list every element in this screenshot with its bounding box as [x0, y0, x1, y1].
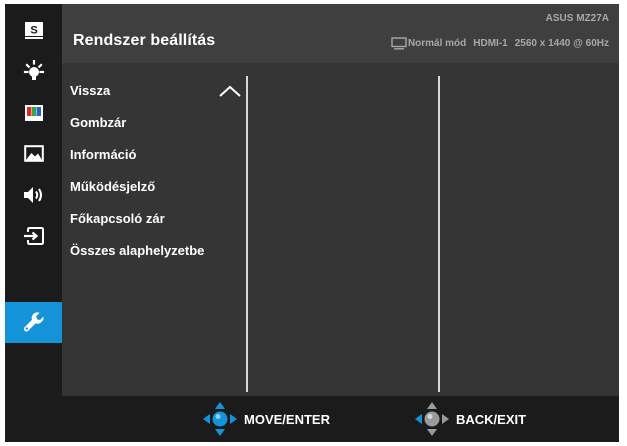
osd-menu: S Rendszer beállítás ASUS MZ27A Normál m… — [5, 4, 619, 442]
splendid-s-icon: S — [24, 22, 43, 39]
menu-item-back[interactable]: Vissza — [70, 83, 110, 98]
sidebar-item-sound[interactable] — [5, 174, 62, 215]
menu-item-key-lock[interactable]: Gombzár — [70, 115, 126, 130]
column-divider — [246, 76, 248, 392]
resolution-label: 2560 x 1440 @ 60Hz — [514, 38, 609, 49]
page-title: Rendszer beállítás — [73, 32, 216, 49]
picture-icon — [23, 145, 44, 162]
sidebar: S — [5, 4, 62, 396]
sidebar-item-image[interactable] — [5, 133, 62, 174]
back-exit-hint: BACK/EXIT — [414, 396, 526, 442]
footer-bar: MOVE/ENTER BACK/EXIT — [5, 396, 619, 442]
wrench-icon — [23, 311, 44, 332]
five-way-key-icon — [203, 402, 237, 436]
color-bars-icon — [24, 104, 43, 121]
sidebar-item-splendid[interactable]: S — [5, 10, 62, 51]
menu-item-reset-all[interactable]: Összes alaphelyzetbe — [70, 243, 204, 258]
menu-item-power-indicator[interactable]: Működésjelző — [70, 179, 155, 194]
move-enter-hint: MOVE/ENTER — [202, 396, 330, 442]
monitor-icon — [391, 37, 407, 50]
mode-label: Normál mód — [407, 38, 467, 49]
sidebar-item-input[interactable] — [5, 215, 62, 256]
menu-item-power-key-lock[interactable]: Főkapcsoló zár — [70, 211, 165, 226]
menu-panel — [62, 63, 619, 396]
input-icon — [23, 226, 44, 245]
five-way-key-left-icon — [415, 402, 449, 436]
bulb-icon — [23, 59, 44, 80]
sidebar-item-system-setup[interactable] — [5, 302, 62, 343]
chevron-up-icon[interactable] — [218, 84, 242, 98]
sidebar-item-blue-light[interactable] — [5, 51, 62, 92]
sidebar-item-color[interactable] — [5, 92, 62, 133]
model-name: ASUS MZ27A — [545, 13, 609, 24]
back-exit-label: BACK/EXIT — [456, 411, 527, 427]
move-enter-label: MOVE/ENTER — [244, 411, 330, 427]
speaker-icon — [23, 186, 42, 203]
input-label: HDMI-1 — [473, 38, 508, 49]
menu-item-information[interactable]: Információ — [70, 147, 136, 162]
column-divider — [438, 76, 440, 392]
svg-text:S: S — [30, 25, 37, 37]
status-bar: Normál mód HDMI-1 2560 x 1440 @ 60Hz — [391, 37, 609, 50]
